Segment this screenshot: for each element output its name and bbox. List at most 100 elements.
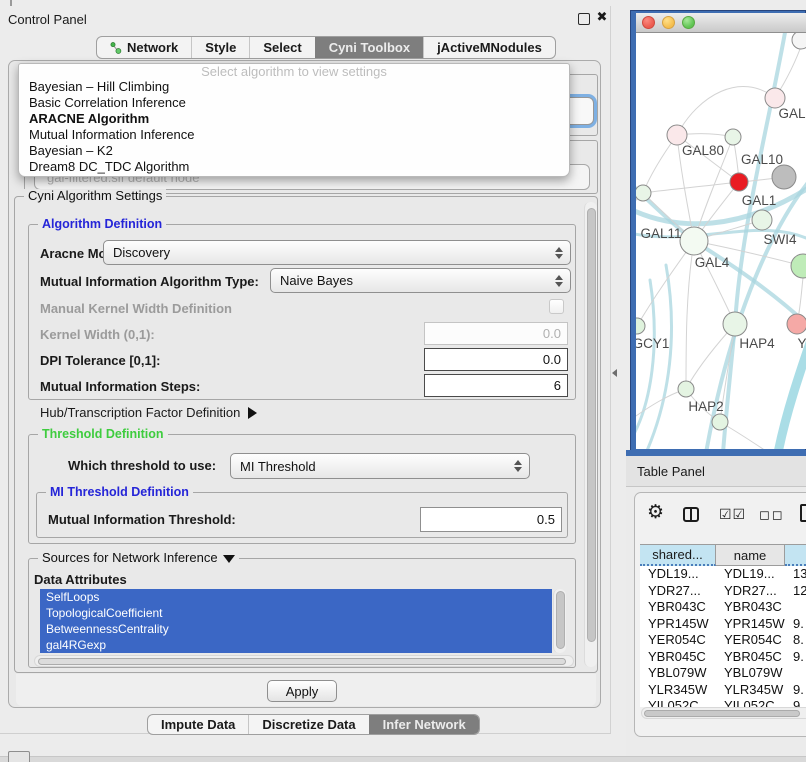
network-view-window: GALGAL80GAL10GAL1GAL11SWI4GAL4GCY1HAP4YH… — [630, 10, 806, 455]
tab-infer-network[interactable]: Infer Network — [369, 715, 479, 734]
column-header-shared[interactable]: shared... — [640, 544, 716, 566]
network-tab-icon — [110, 42, 122, 54]
network-canvas[interactable]: GALGAL80GAL10GAL1GAL11SWI4GAL4GCY1HAP4YH… — [636, 33, 806, 449]
algorithm-option[interactable]: ARACNE Algorithm — [19, 111, 569, 127]
algorithm-option[interactable]: Dream8 DC_TDC Algorithm — [19, 159, 569, 175]
control-panel-title: Control Panel — [8, 12, 87, 27]
table-cell: YDL19... — [716, 566, 785, 583]
attributes-scrollbar[interactable] — [553, 589, 566, 653]
network-node-label: GAL — [778, 106, 806, 121]
algorithm-option[interactable]: Bayesian – Hill Climbing — [19, 79, 569, 95]
table-cell: YDR27... — [716, 583, 785, 600]
attributes-hscrollbar[interactable] — [34, 655, 574, 667]
network-node-GAL4[interactable] — [680, 227, 708, 255]
network-node-GCY1[interactable] — [636, 318, 645, 334]
unchecked-pair-icon[interactable]: ◻◻ — [759, 507, 785, 523]
gear-icon[interactable]: ⚙ — [647, 503, 664, 522]
kernel-width-field[interactable]: 0.0 — [424, 322, 568, 345]
mi-threshold-field[interactable]: 0.5 — [420, 507, 562, 532]
tab-cyni-toolbox[interactable]: Cyni Toolbox — [315, 37, 423, 58]
network-node-unlabeled-bottom[interactable] — [712, 414, 728, 430]
attributes-hscrollbar-thumb[interactable] — [38, 658, 566, 665]
table-hscrollbar-thumb[interactable] — [644, 710, 800, 717]
mi-steps-field[interactable]: 6 — [424, 374, 568, 397]
table-row[interactable]: YDL19...YDL19...13 — [640, 566, 806, 583]
apply-button[interactable]: Apply — [267, 680, 337, 702]
collapsed-panel-button[interactable] — [8, 751, 30, 762]
table-cell: 8. — [785, 632, 806, 649]
window-zoom-light[interactable] — [682, 16, 695, 29]
network-node-GAL11[interactable] — [636, 185, 651, 201]
dpi-tolerance-field[interactable]: 0.0 — [424, 348, 568, 371]
which-threshold-select[interactable]: MI Threshold — [230, 453, 530, 479]
tab-style[interactable]: Style — [191, 37, 249, 58]
network-node-SWI4[interactable] — [752, 210, 772, 230]
table-cell: 13 — [785, 566, 806, 583]
window-close-light[interactable] — [642, 16, 655, 29]
mi-threshold-legend: MI Threshold Definition — [46, 485, 193, 499]
collapse-down-icon — [223, 555, 235, 563]
table-cell: YIL052C — [716, 698, 785, 707]
network-node-HAP4[interactable] — [723, 312, 747, 336]
network-node-unlabeled-green-right[interactable] — [791, 254, 806, 278]
mi-steps-label: Mutual Information Steps: — [40, 379, 200, 394]
algorithm-option[interactable]: Mutual Information Inference — [19, 127, 569, 143]
divider-collapse-arrow[interactable] — [612, 369, 617, 377]
network-node-label: HAP4 — [739, 336, 775, 351]
algorithm-option[interactable]: Bayesian – K2 — [19, 143, 569, 159]
manual-kernel-checkbox[interactable] — [549, 299, 564, 314]
table-cell: YLR345W — [716, 682, 785, 699]
table-row[interactable]: YPR145WYPR145W9. — [640, 616, 806, 633]
table-row[interactable]: YER054CYER054C8. — [640, 632, 806, 649]
tab-select[interactable]: Select — [249, 37, 314, 58]
network-node-unlabeled-top[interactable] — [792, 33, 806, 49]
network-node-gal-cut[interactable] — [765, 88, 785, 108]
window-minimize-light[interactable] — [662, 16, 675, 29]
table-hscrollbar[interactable] — [641, 707, 806, 719]
aracne-mode-value: Discovery — [113, 245, 553, 260]
network-node-unlabeled-green[interactable] — [725, 129, 741, 145]
sources-legend[interactable]: Sources for Network Inference — [38, 551, 239, 565]
network-node-unlabeled-salmon[interactable] — [787, 314, 806, 334]
split-columns-icon[interactable] — [683, 507, 699, 522]
algorithm-option[interactable]: Basic Correlation Inference — [19, 95, 569, 111]
table-row[interactable]: YLR345WYLR345W9. — [640, 682, 806, 699]
network-node-GAL80[interactable] — [667, 125, 687, 145]
close-icon[interactable]: ✖ — [595, 9, 609, 25]
network-node-GAL1[interactable] — [730, 173, 748, 191]
network-node-GAL10[interactable] — [772, 165, 796, 189]
column-header-cut[interactable]: A — [785, 544, 806, 566]
mi-type-select[interactable]: Naive Bayes — [270, 268, 571, 293]
tab-label: Discretize Data — [262, 717, 355, 732]
data-attribute-item[interactable]: BetweennessCentrality — [40, 621, 552, 637]
combo-arrows-icon — [553, 275, 570, 287]
data-attribute-item[interactable]: TopologicalCoefficient — [40, 605, 552, 621]
tab-discretize-data[interactable]: Discretize Data — [248, 715, 368, 734]
document-icon[interactable] — [800, 504, 806, 522]
network-node-HAP2[interactable] — [678, 381, 694, 397]
tab-label: Impute Data — [161, 717, 235, 732]
network-edge — [643, 182, 739, 193]
dropdown-placeholder: Select algorithm to view settings — [19, 65, 569, 79]
data-attribute-item[interactable]: gal4RGexp — [40, 637, 552, 653]
settings-scrollbar[interactable] — [584, 202, 597, 667]
tab-impute-data[interactable]: Impute Data — [148, 715, 248, 734]
settings-scrollbar-thumb[interactable] — [587, 208, 596, 642]
table-row[interactable]: YIL052CYIL052C9. — [640, 698, 806, 707]
table-row[interactable]: YBR045CYBR045C9. — [640, 649, 806, 666]
table-row[interactable]: YBL079WYBL079W — [640, 665, 806, 682]
table-row[interactable]: YDR27...YDR27...12 — [640, 583, 806, 600]
data-attribute-item[interactable]: SelfLoops — [40, 589, 552, 605]
aracne-mode-select[interactable]: Discovery — [103, 240, 571, 265]
hub-definition-toggle[interactable]: Hub/Transcription Factor Definition — [40, 405, 257, 420]
which-threshold-value: MI Threshold — [240, 459, 512, 474]
network-node-label: GAL10 — [741, 152, 783, 167]
tab-jactivemnodules[interactable]: jActiveMNodules — [423, 37, 555, 58]
float-icon[interactable] — [578, 13, 590, 25]
mi-type-value: Naive Bayes — [280, 273, 553, 288]
attributes-scrollbar-thumb[interactable] — [556, 591, 565, 649]
checked-pair-icon[interactable]: ☑☑ — [719, 506, 746, 523]
table-row[interactable]: YBR043CYBR043C — [640, 599, 806, 616]
tab-network[interactable]: Network — [97, 37, 191, 58]
column-header-name[interactable]: name — [716, 544, 785, 566]
